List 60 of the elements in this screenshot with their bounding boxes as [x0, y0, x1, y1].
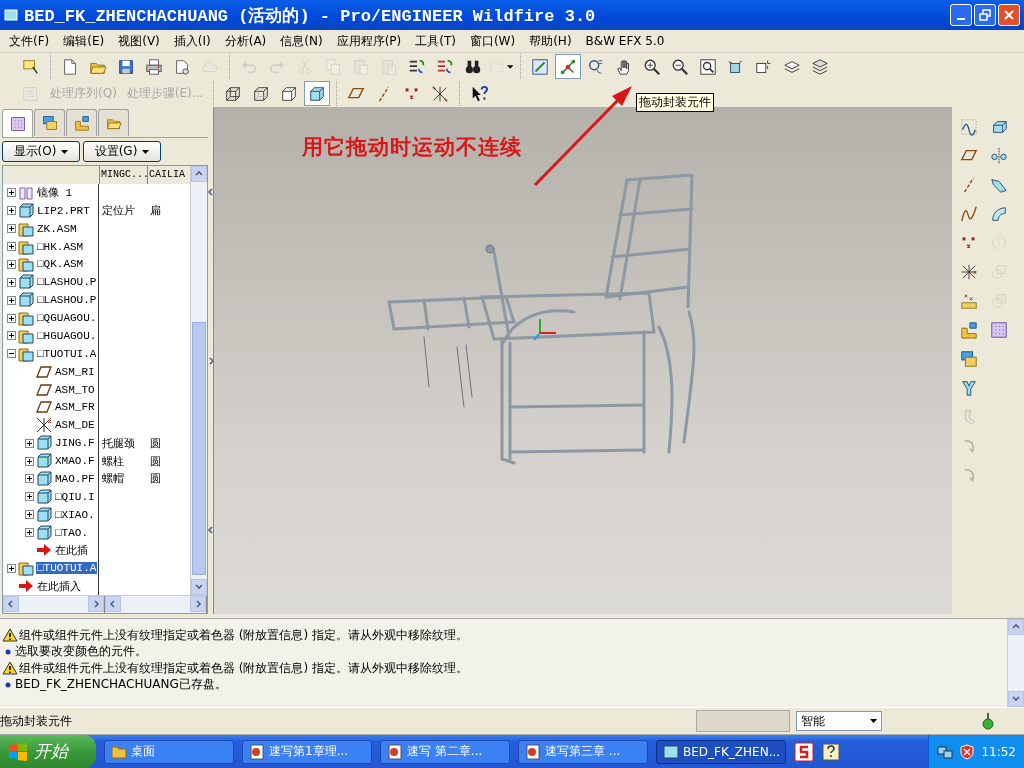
tree-item[interactable]: □QIU.I [54, 490, 96, 503]
tree-item[interactable]: □QGUAGOU. [36, 312, 98, 325]
tree-item[interactable]: XMAO.F [54, 455, 96, 468]
tree-item[interactable]: LIP2.PRT [36, 204, 91, 217]
taskbar-button[interactable]: 速写 第二章... [380, 739, 510, 764]
table-cell-text: 圆 [149, 453, 162, 469]
table-cell-text: 托腿颈 [101, 435, 136, 451]
tree-item[interactable]: □LASHOU.P [36, 276, 98, 289]
tree-item[interactable]: □TUOTUI.A [36, 347, 98, 360]
menu-item[interactable]: 窗口(W) [462, 32, 523, 50]
menu-item[interactable]: 工具(T) [408, 32, 463, 50]
tree-item[interactable]: □XIAO. [54, 508, 96, 521]
table-cell-text: 圆 [149, 435, 162, 451]
tree-item[interactable]: ASM_RI [54, 365, 96, 378]
menu-item[interactable]: 应用程序(P) [329, 32, 409, 50]
tree-item[interactable]: □QK.ASM [36, 258, 85, 271]
tree-item[interactable]: MAO.PF [54, 472, 96, 485]
table-cell-text: 圆 [149, 471, 162, 487]
tree-item[interactable]: ASM_FR [54, 401, 96, 414]
table-cell-text: 定位片 [101, 203, 136, 219]
tree-item[interactable]: □HK.ASM [36, 240, 85, 253]
tooltip: 拖动封装元件 [636, 93, 714, 112]
tree-item[interactable]: ASM_DE [54, 419, 96, 432]
tree-item[interactable]: □TAO. [54, 526, 89, 539]
filter-dropdown[interactable]: 智能 [796, 711, 882, 731]
tree-item[interactable]: 在此插 [54, 542, 89, 558]
table-cell-text: 扁 [149, 203, 162, 219]
message-text: 选取要改变颜色的元件。 [15, 643, 147, 661]
status-text: 拖动封装元件 [0, 712, 73, 730]
menu-item[interactable]: 分析(A) [217, 32, 274, 50]
tree-item[interactable]: □HGUAGOU. [36, 329, 98, 342]
menu-item[interactable]: 编辑(E) [56, 32, 112, 50]
annotation-text: 用它拖动时运动不连续 [301, 133, 523, 161]
tree-item[interactable]: JING.F [54, 437, 96, 450]
menu-item[interactable]: 信息(N) [273, 32, 330, 50]
clock: 11:52 [981, 744, 1016, 759]
table-cell-text: 螺柱 [101, 453, 125, 469]
message-text: 组件或组件元件上没有纹理指定或着色器 (附放置信息) 指定。请从外观中移除纹理。 [19, 659, 468, 677]
menu-item[interactable]: 帮助(H) [522, 32, 579, 50]
table-cell-text: 螺帽 [101, 471, 125, 487]
start-button[interactable]: 开始 [0, 735, 96, 768]
tree-item[interactable]: □LASHOU.P [36, 294, 98, 307]
window-title: BED_FK_ZHENCHACHUANG (活动的) - Pro/ENGINEER Wildfire 3.0 [24, 5, 597, 27]
message-text: BED_FK_ZHENCHACHUANG已存盘。 [15, 676, 227, 694]
tree-item[interactable]: 在此插入 [36, 578, 82, 594]
menu-item[interactable]: 视图(V) [111, 32, 167, 50]
menu-item[interactable]: 插入(I) [166, 32, 218, 50]
tree-item[interactable]: ZK.ASM [36, 222, 78, 235]
taskbar-button[interactable]: 桌面 [104, 739, 234, 764]
message-text: 组件或组件元件上没有纹理指定或着色器 (附放置信息) 指定。请从外观中移除纹理。 [19, 626, 468, 644]
taskbar-button[interactable]: 速写第三章 ... [518, 739, 648, 764]
menu-item[interactable]: 文件(F) [2, 32, 57, 50]
menu-item[interactable]: B&W EFX 5.0 [578, 34, 672, 48]
taskbar-button[interactable]: BED_FK_ZHEN... [656, 739, 786, 764]
tree-item[interactable]: □TUOTUI.A [36, 562, 98, 575]
dropdown-button[interactable]: 显示(O) [2, 141, 80, 162]
tree-item[interactable]: ASM_TO [54, 383, 96, 396]
tree-item[interactable]: 镜像 1 [36, 185, 74, 201]
dropdown-button[interactable]: 设置(G) [83, 141, 161, 162]
taskbar-button[interactable]: 速写第1章理... [242, 739, 372, 764]
